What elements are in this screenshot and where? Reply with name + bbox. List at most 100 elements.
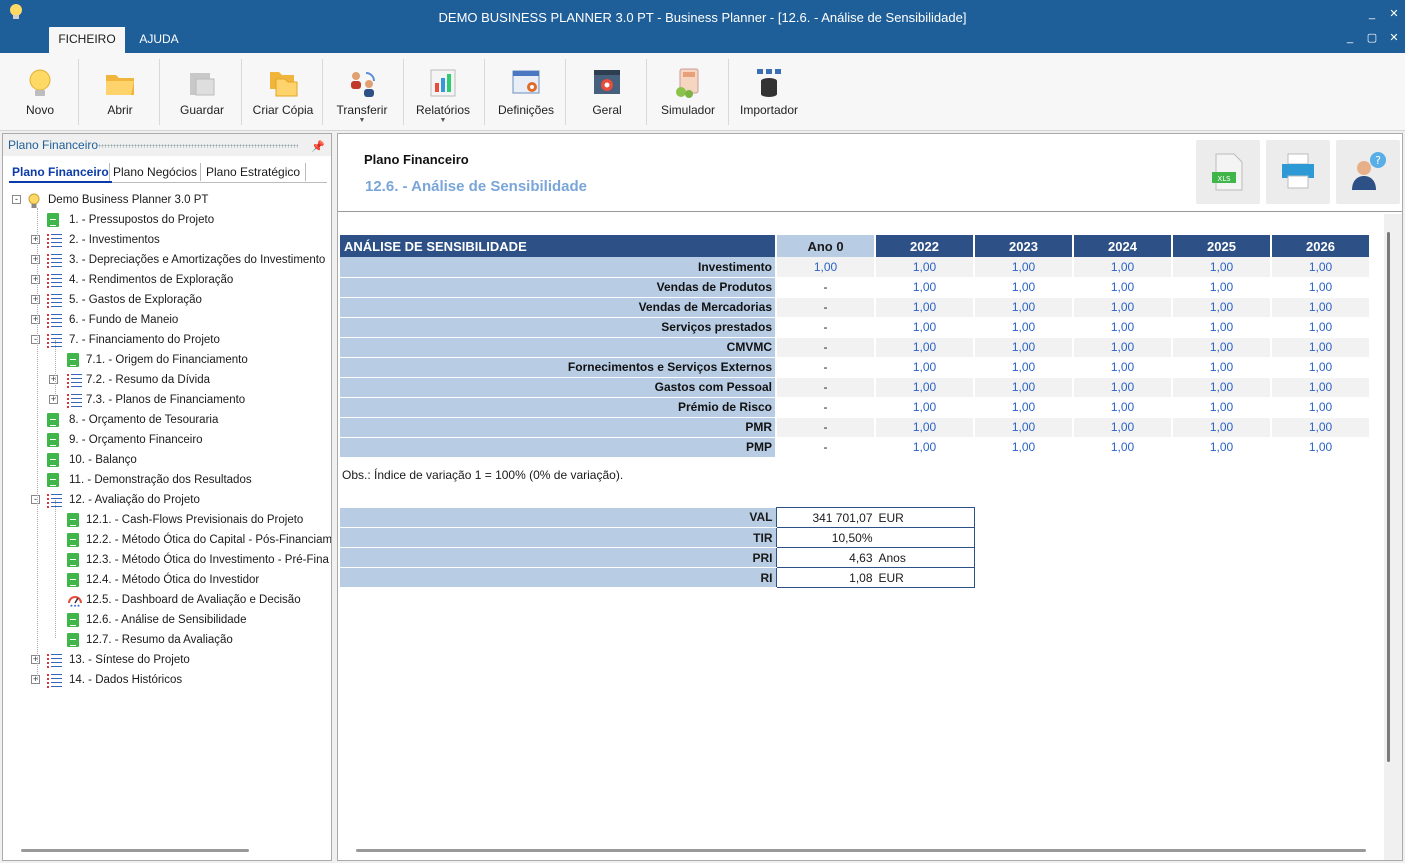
tree-item[interactable]: - 12. - Avaliação do Projeto xyxy=(3,490,331,510)
horizontal-scrollbar[interactable] xyxy=(21,849,249,852)
tree-item[interactable]: 12.6. - Análise de Sensibilidade xyxy=(3,610,331,630)
expand-icon[interactable]: + xyxy=(31,295,40,304)
tree-item[interactable]: 12.1. - Cash-Flows Previsionais do Proje… xyxy=(3,510,331,530)
export-xls-button[interactable]: XLS xyxy=(1196,140,1260,204)
variation-cell[interactable]: 1,00 xyxy=(974,297,1074,318)
variation-cell[interactable]: 1,00 xyxy=(875,337,975,358)
tree-item[interactable]: +7.3. - Planos de Financiamento xyxy=(3,390,331,410)
variation-cell[interactable]: 1,00 xyxy=(1271,277,1371,298)
tree-item[interactable]: +14. - Dados Históricos xyxy=(3,670,331,690)
variation-cell[interactable]: 1,00 xyxy=(1172,277,1272,298)
tree-item[interactable]: - Demo Business Planner 3.0 PT xyxy=(3,190,331,210)
variation-cell[interactable]: 1,00 xyxy=(776,257,876,278)
variation-cell[interactable]: 1,00 xyxy=(875,277,975,298)
tab-plano-estrategico[interactable]: Plano Estratégico xyxy=(203,161,303,183)
expand-icon[interactable]: + xyxy=(31,235,40,244)
variation-cell[interactable]: 1,00 xyxy=(974,397,1074,418)
variation-cell[interactable]: 1,00 xyxy=(1073,257,1173,278)
variation-cell[interactable]: 1,00 xyxy=(1271,257,1371,278)
simulador-button[interactable]: Simulador xyxy=(656,57,720,127)
expand-icon[interactable]: + xyxy=(31,275,40,284)
variation-cell[interactable]: 1,00 xyxy=(1271,437,1371,458)
tree-item[interactable]: 8. - Orçamento de Tesouraria xyxy=(3,410,331,430)
variation-cell[interactable]: 1,00 xyxy=(1271,397,1371,418)
expand-icon[interactable]: + xyxy=(31,255,40,264)
geral-button[interactable]: Geral xyxy=(577,57,637,127)
expand-icon[interactable]: + xyxy=(31,655,40,664)
variation-cell[interactable]: 1,00 xyxy=(974,337,1074,358)
expand-icon[interactable]: + xyxy=(31,315,40,324)
variation-cell[interactable]: 1,00 xyxy=(875,257,975,278)
variation-cell[interactable]: 1,00 xyxy=(875,417,975,438)
variation-cell[interactable]: 1,00 xyxy=(974,377,1074,398)
horizontal-scrollbar-main[interactable] xyxy=(356,849,1366,852)
tree-item[interactable]: - 7. - Financiamento do Projeto xyxy=(3,330,331,350)
tree-item[interactable]: ★★★ 12.5. - Dashboard de Avaliação e Deci… xyxy=(3,590,331,610)
variation-cell[interactable]: 1,00 xyxy=(1073,277,1173,298)
variation-cell[interactable]: 1,00 xyxy=(974,317,1074,338)
variation-cell[interactable]: 1,00 xyxy=(1073,377,1173,398)
tree-item[interactable]: 11. - Demonstração dos Resultados xyxy=(3,470,331,490)
variation-cell[interactable]: 1,00 xyxy=(974,357,1074,378)
variation-cell[interactable]: 1,00 xyxy=(974,257,1074,278)
guardar-button[interactable]: Guardar xyxy=(171,57,233,127)
close-button[interactable]: ✕ xyxy=(1384,6,1404,22)
abrir-button[interactable]: Abrir xyxy=(90,57,150,127)
tab-ajuda[interactable]: AJUDA xyxy=(129,27,189,53)
transferir-button[interactable]: Transferir ▼ xyxy=(332,57,392,127)
variation-cell[interactable]: 1,00 xyxy=(1073,337,1173,358)
tab-ficheiro[interactable]: FICHEIRO xyxy=(49,27,125,53)
variation-cell[interactable]: 1,00 xyxy=(875,317,975,338)
collapse-icon[interactable]: - xyxy=(12,195,21,204)
tree-item[interactable]: 1. - Pressupostos do Projeto xyxy=(3,210,331,230)
help-button[interactable]: ? xyxy=(1336,140,1400,204)
tree-item[interactable]: +6. - Fundo de Maneio xyxy=(3,310,331,330)
variation-cell[interactable]: 1,00 xyxy=(1172,337,1272,358)
tree-item[interactable]: 12.2. - Método Ótica do Capital - Pós-Fi… xyxy=(3,530,331,550)
criar-copia-button[interactable]: Criar Cópia xyxy=(250,57,316,127)
variation-cell[interactable]: 1,00 xyxy=(1271,357,1371,378)
variation-cell[interactable]: 1,00 xyxy=(1271,377,1371,398)
tree-item[interactable]: +4. - Rendimentos de Exploração xyxy=(3,270,331,290)
minimize-button[interactable]: _ xyxy=(1362,6,1382,22)
expand-icon[interactable]: + xyxy=(49,375,58,384)
variation-cell[interactable]: 1,00 xyxy=(1172,417,1272,438)
tree-item[interactable]: 12.4. - Método Ótica do Investidor xyxy=(3,570,331,590)
child-close-button[interactable]: ✕ xyxy=(1384,30,1404,46)
tree-item[interactable]: +7.2. - Resumo da Dívida xyxy=(3,370,331,390)
print-button[interactable] xyxy=(1266,140,1330,204)
variation-cell[interactable]: 1,00 xyxy=(1073,437,1173,458)
variation-cell[interactable]: 1,00 xyxy=(974,417,1074,438)
variation-cell[interactable]: 1,00 xyxy=(1172,357,1272,378)
variation-cell[interactable]: 1,00 xyxy=(1172,377,1272,398)
child-minimize-button[interactable]: _ xyxy=(1340,30,1360,46)
tree-item[interactable]: 10. - Balanço xyxy=(3,450,331,470)
tree-item[interactable]: 12.7. - Resumo da Avaliação xyxy=(3,630,331,650)
variation-cell[interactable]: 1,00 xyxy=(1271,337,1371,358)
tree-item[interactable]: 12.3. - Método Ótica do Investimento - P… xyxy=(3,550,331,570)
variation-cell[interactable]: 1,00 xyxy=(1172,257,1272,278)
variation-cell[interactable]: 1,00 xyxy=(1073,397,1173,418)
collapse-icon[interactable]: - xyxy=(31,335,40,344)
collapse-icon[interactable]: - xyxy=(31,495,40,504)
variation-cell[interactable]: 1,00 xyxy=(1172,397,1272,418)
tree-item[interactable]: +5. - Gastos de Exploração xyxy=(3,290,331,310)
variation-cell[interactable]: 1,00 xyxy=(974,437,1074,458)
variation-cell[interactable]: 1,00 xyxy=(1073,297,1173,318)
tab-plano-financeiro[interactable]: Plano Financeiro xyxy=(9,161,112,183)
vertical-scrollbar[interactable] xyxy=(1387,232,1390,762)
tree-item[interactable]: 7.1. - Origem do Financiamento xyxy=(3,350,331,370)
variation-cell[interactable]: 1,00 xyxy=(974,277,1074,298)
expand-icon[interactable]: + xyxy=(49,395,58,404)
variation-cell[interactable]: 1,00 xyxy=(1073,417,1173,438)
novo-button[interactable]: Novo xyxy=(10,57,70,127)
tree-item[interactable]: +3. - Depreciações e Amortizações do Inv… xyxy=(3,250,331,270)
variation-cell[interactable]: 1,00 xyxy=(875,297,975,318)
tree-item[interactable]: 9. - Orçamento Financeiro xyxy=(3,430,331,450)
variation-cell[interactable]: 1,00 xyxy=(1073,357,1173,378)
expand-icon[interactable]: + xyxy=(31,675,40,684)
variation-cell[interactable]: 1,00 xyxy=(875,397,975,418)
pin-icon[interactable]: 📌 xyxy=(311,136,325,158)
variation-cell[interactable]: 1,00 xyxy=(1271,317,1371,338)
tree-item[interactable]: +13. - Síntese do Projeto xyxy=(3,650,331,670)
